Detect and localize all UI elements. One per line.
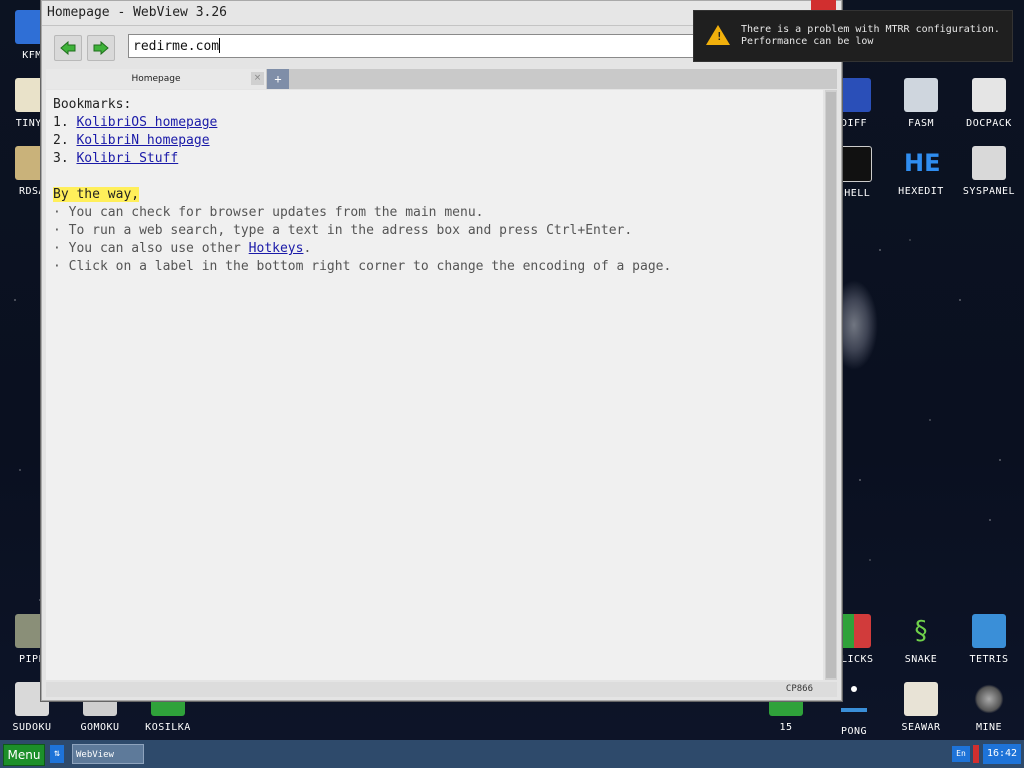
taskbar-switch-button[interactable]: ⇅ bbox=[50, 745, 64, 763]
address-bar[interactable]: redirme.com bbox=[128, 34, 698, 58]
hotkeys-link[interactable]: Hotkeys bbox=[249, 241, 304, 256]
desktop-icon-label: MINE bbox=[975, 722, 1003, 733]
tip-hotkeys-tail: . bbox=[303, 241, 312, 256]
desktop-icon-snake[interactable]: § SNAKE bbox=[889, 614, 953, 665]
cabinet-icon bbox=[972, 78, 1006, 112]
desktop-icon-mine[interactable]: MINE bbox=[957, 682, 1021, 733]
fasm-icon bbox=[904, 78, 938, 112]
tetris-icon bbox=[972, 614, 1006, 648]
diff-icon bbox=[837, 78, 871, 112]
desktop-icon-label: 15 bbox=[779, 722, 793, 733]
warning-exclamation-icon: ! bbox=[716, 30, 723, 43]
pong-icon bbox=[837, 686, 871, 720]
desktop-icon-label: SNAKE bbox=[904, 654, 938, 665]
desktop-icon-seawar[interactable]: SEAWAR bbox=[889, 682, 953, 733]
desktop-icon-label: FASM bbox=[907, 118, 935, 129]
bookmark-number: 2. bbox=[53, 133, 69, 148]
tab-label: Homepage bbox=[131, 74, 181, 84]
bookmark-number: 3. bbox=[53, 151, 69, 166]
tab-homepage[interactable]: Homepage × bbox=[46, 69, 266, 89]
tab-bar: Homepage × + bbox=[46, 69, 837, 89]
notification-line1: There is a problem with MTRR configurati… bbox=[741, 24, 1000, 35]
bookmark-item: 2. KolibriN homepage bbox=[53, 132, 823, 150]
galaxy-decoration bbox=[838, 280, 878, 370]
tray-indicator bbox=[973, 745, 979, 763]
bookmarks-heading: Bookmarks: bbox=[53, 97, 132, 112]
address-text: redirme.com bbox=[133, 39, 220, 54]
bookmark-link-kolibri-stuff[interactable]: Kolibri Stuff bbox=[76, 151, 178, 166]
desktop-icon-label: HEXEDIT bbox=[898, 186, 944, 197]
ship-icon bbox=[904, 682, 938, 716]
status-bar: CP866 bbox=[46, 682, 837, 697]
bookmark-link-kolibrios[interactable]: KolibriOS homepage bbox=[76, 115, 217, 130]
forward-button[interactable] bbox=[87, 35, 115, 61]
blocks-icon bbox=[837, 614, 871, 648]
page-content: Bookmarks: 1. KolibriOS homepage 2. Koli… bbox=[46, 90, 823, 680]
taskbar: Menu ⇅ WebView En 16:42 bbox=[0, 740, 1024, 768]
encoding-label[interactable]: CP866 bbox=[786, 682, 813, 697]
forward-arrow-icon bbox=[93, 41, 109, 55]
text-caret bbox=[219, 38, 221, 53]
tip-encoding: · Click on a label in the bottom right c… bbox=[53, 259, 672, 274]
desktop-icon-label: DOCPACK bbox=[966, 118, 1012, 129]
notification-text: There is a problem with MTRR configurati… bbox=[741, 24, 1000, 48]
hexedit-icon: HE bbox=[904, 149, 941, 177]
mtrr-notification[interactable]: ! There is a problem with MTRR configura… bbox=[693, 10, 1013, 62]
tip-hotkeys-text: · You can also use other bbox=[53, 241, 249, 256]
desktop-icon-label: TETRIS bbox=[969, 654, 1009, 665]
bookmark-item: 1. KolibriOS homepage bbox=[53, 114, 823, 132]
new-tab-button[interactable]: + bbox=[267, 69, 289, 89]
tip-hotkeys: · You can also use other Hotkeys. bbox=[53, 240, 823, 258]
back-button[interactable] bbox=[54, 35, 82, 61]
desktop-icon-label: SEAWAR bbox=[901, 722, 941, 733]
desktop-icon-fasm[interactable]: FASM bbox=[889, 78, 953, 129]
desktop-icon-label: PONG bbox=[840, 726, 868, 737]
bookmark-number: 1. bbox=[53, 115, 69, 130]
desktop-icon-syspanel[interactable]: SYSPANEL bbox=[957, 146, 1021, 197]
snake-icon: § bbox=[913, 616, 929, 646]
sliders-icon bbox=[972, 146, 1006, 180]
tip-web-search: · To run a web search, type a text in th… bbox=[53, 223, 633, 238]
menu-button[interactable]: Menu bbox=[3, 744, 45, 766]
bookmark-link-kolibrin[interactable]: KolibriN homepage bbox=[76, 133, 209, 148]
desktop-icon-label: SYSPANEL bbox=[962, 186, 1016, 197]
notification-line2: Performance can be low bbox=[741, 36, 874, 47]
desktop-icon-label: KOSILKA bbox=[145, 722, 191, 733]
tab-close-button[interactable]: × bbox=[251, 72, 264, 85]
mine-icon bbox=[972, 682, 1006, 716]
tip-updates: · You can check for browser updates from… bbox=[53, 205, 484, 220]
by-the-way-heading: By the way, bbox=[53, 187, 140, 202]
desktop-icon-tetris[interactable]: TETRIS bbox=[957, 614, 1021, 665]
bookmark-item: 3. Kolibri Stuff bbox=[53, 150, 823, 168]
desktop-icon-label: GOMOKU bbox=[80, 722, 120, 733]
clock[interactable]: 16:42 bbox=[983, 744, 1021, 764]
taskbar-item-webview[interactable]: WebView bbox=[72, 744, 144, 764]
webview-window: Homepage - WebView 3.26 redirme.com Home… bbox=[41, 0, 842, 701]
scrollbar-thumb[interactable] bbox=[826, 92, 836, 678]
vertical-scrollbar[interactable] bbox=[825, 90, 837, 680]
keyboard-language[interactable]: En bbox=[952, 746, 970, 762]
desktop-icon-docpack[interactable]: DOCPACK bbox=[957, 78, 1021, 129]
desktop-icon-hexedit[interactable]: HE HEXEDIT bbox=[889, 146, 953, 197]
back-arrow-icon bbox=[60, 41, 76, 55]
desktop-icon-label: SUDOKU bbox=[12, 722, 52, 733]
